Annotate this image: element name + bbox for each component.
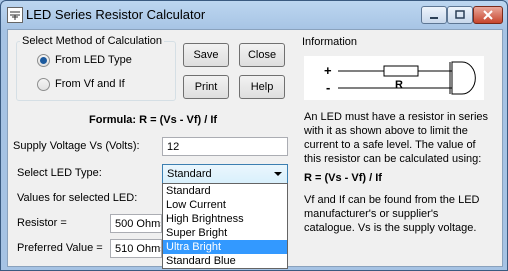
print-button[interactable]: Print (183, 75, 229, 99)
values-label: Values for selected LED: (17, 192, 138, 204)
maximize-icon (455, 10, 465, 19)
supply-voltage-label: Supply Voltage Vs (Volts): (13, 140, 140, 152)
info-formula: R = (Vs - Vf) / If (304, 172, 382, 184)
app-window: LED Series Resistor Calculator Select Me… (0, 0, 508, 271)
maximize-button[interactable] (447, 6, 473, 24)
dropdown-item-ultra-bright[interactable]: Ultra Bright (163, 240, 287, 254)
resistor-label: Resistor = (17, 217, 67, 229)
title-bar[interactable]: LED Series Resistor Calculator (1, 1, 507, 29)
help-button[interactable]: Help (239, 75, 285, 99)
info-para2-line3: catalogue. Vs is the supply voltage. (304, 222, 477, 234)
dropdown-item-high-brightness[interactable]: High Brightness (163, 212, 287, 226)
dropdown-item-standard[interactable]: Standard (163, 184, 287, 198)
info-para1-line1: An LED must have a resistor in series (304, 111, 489, 123)
save-button[interactable]: Save (183, 43, 229, 67)
dropdown-item-super-bright[interactable]: Super Bright (163, 226, 287, 240)
supply-voltage-input[interactable]: 12 (162, 137, 288, 156)
minimize-icon (430, 17, 438, 19)
close-icon (483, 10, 493, 20)
led-circuit-diagram: + - R (304, 56, 484, 100)
info-para1-line4: this resistor can be calculated using: (304, 153, 482, 165)
client-area: Select Method of Calculation From LED Ty… (7, 29, 503, 269)
close-button[interactable]: Close (239, 43, 285, 67)
radio-label-from-led-type[interactable]: From LED Type (55, 54, 132, 66)
method-group-label: Select Method of Calculation (20, 35, 165, 47)
info-para1-line3: current to a safe level. The value of (304, 139, 476, 151)
dropdown-item-standard-blue[interactable]: Standard Blue (163, 254, 287, 268)
resistor-symbol (383, 65, 419, 77)
led-type-dropdown: Standard Low Current High Brightness Sup… (162, 183, 288, 269)
app-icon[interactable] (7, 7, 23, 23)
formula-text: Formula: R = (Vs - Vf) / If (89, 114, 218, 126)
preferred-value-label: Preferred Value = (17, 242, 103, 254)
dropdown-item-low-current[interactable]: Low Current (163, 198, 287, 212)
radio-from-vf-if[interactable] (37, 78, 50, 91)
led-type-label: Select LED Type: (17, 167, 102, 179)
info-para2-line2: manufacturer's or supplier's (304, 208, 439, 220)
window-title: LED Series Resistor Calculator (26, 7, 206, 22)
close-window-button[interactable] (473, 6, 503, 24)
led-type-selected: Standard (167, 168, 212, 180)
radio-selected-dot (40, 57, 47, 64)
method-group (16, 41, 176, 101)
led-type-select[interactable]: Standard (162, 164, 288, 184)
minimize-button[interactable] (421, 6, 447, 24)
info-para2-line1: Vf and If can be found from the LED (304, 194, 480, 206)
information-label: Information (302, 36, 358, 48)
preferred-value: 510 Ohms (110, 239, 162, 258)
radio-from-led-type[interactable] (37, 54, 50, 67)
info-para1-line2: with it as shown above to limit the (304, 125, 468, 137)
radio-label-from-vf-if[interactable]: From Vf and If (55, 78, 125, 90)
resistor-value: 500 Ohms (110, 214, 162, 233)
r-label: R (395, 79, 403, 91)
chevron-down-icon[interactable] (274, 172, 282, 176)
led-symbol (451, 61, 476, 95)
minus-label: - (326, 80, 330, 95)
plus-label: + (324, 63, 332, 78)
